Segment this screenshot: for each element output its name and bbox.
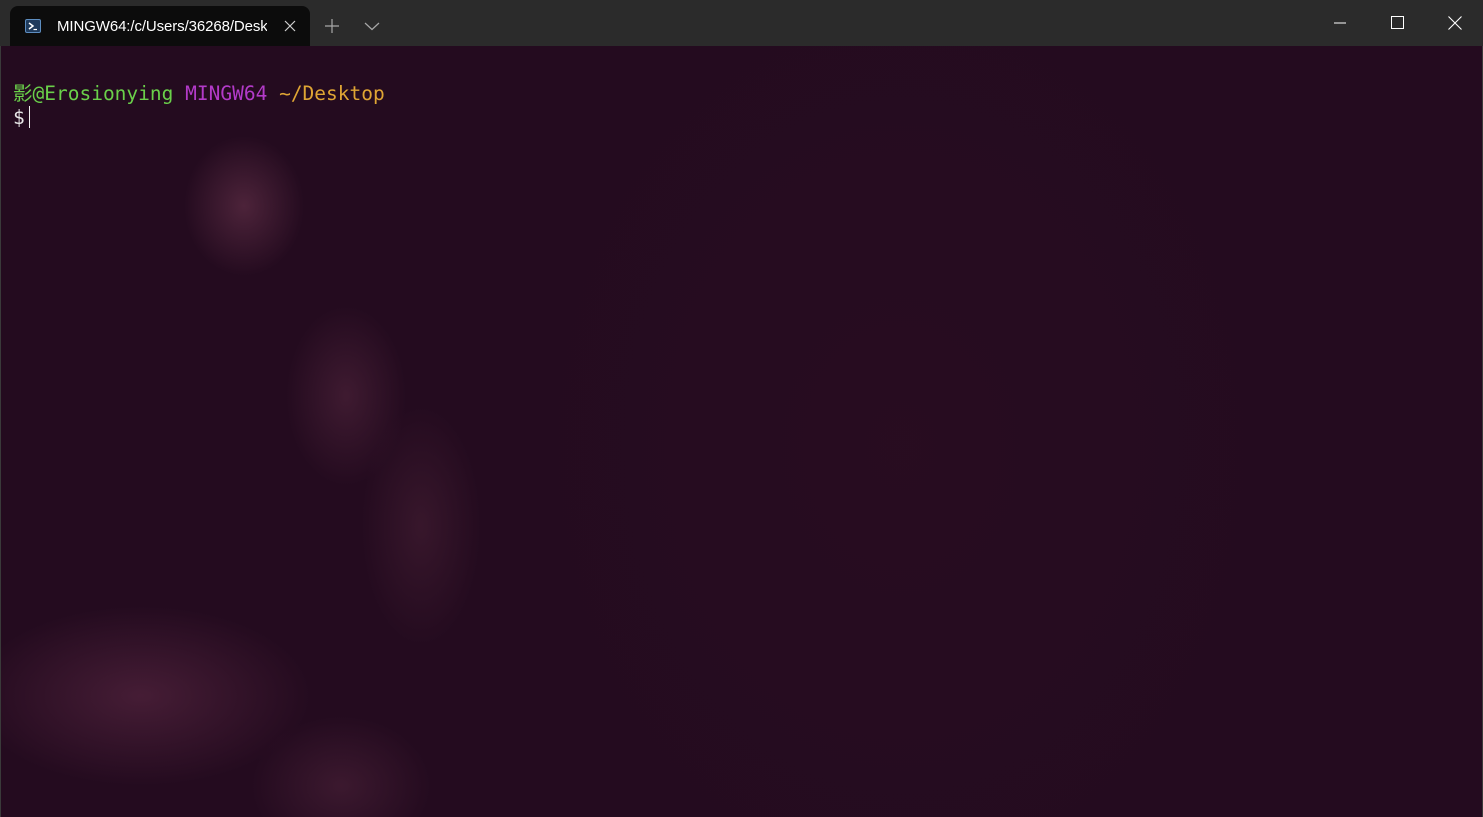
prompt-input-line[interactable]: $	[13, 106, 31, 130]
maximize-icon	[1391, 16, 1404, 29]
title-bar[interactable]: MINGW64:/c/Users/36268/Desktop	[0, 0, 1483, 46]
minimize-icon	[1333, 22, 1346, 23]
profile-dropdown-button[interactable]	[358, 14, 386, 38]
prompt-user: 影@Erosionying	[13, 82, 174, 105]
close-window-button[interactable]	[1426, 0, 1483, 45]
plus-icon	[325, 19, 339, 33]
terminal-window: MINGW64:/c/Users/36268/Desktop 影@Erosion…	[0, 0, 1483, 817]
maximize-button[interactable]	[1369, 0, 1426, 45]
close-tab-icon[interactable]	[282, 18, 298, 34]
prompt-system: MINGW64	[185, 82, 268, 105]
terminal-output[interactable]: 影@Erosionying MINGW64 ~/Desktop $	[0, 46, 1483, 817]
chevron-down-icon	[364, 22, 380, 31]
prompt-symbol: $	[13, 106, 25, 129]
prompt-path: ~/Desktop	[279, 82, 385, 105]
prompt-header: 影@Erosionying MINGW64 ~/Desktop	[13, 82, 385, 106]
close-icon	[1447, 15, 1462, 30]
terminal-tab[interactable]: MINGW64:/c/Users/36268/Desktop	[10, 6, 310, 46]
new-tab-button[interactable]	[318, 14, 346, 38]
tab-title: MINGW64:/c/Users/36268/Desktop	[57, 17, 267, 35]
minimize-button[interactable]	[1311, 0, 1368, 45]
text-cursor	[28, 106, 31, 128]
powershell-prompt-icon	[25, 18, 41, 34]
